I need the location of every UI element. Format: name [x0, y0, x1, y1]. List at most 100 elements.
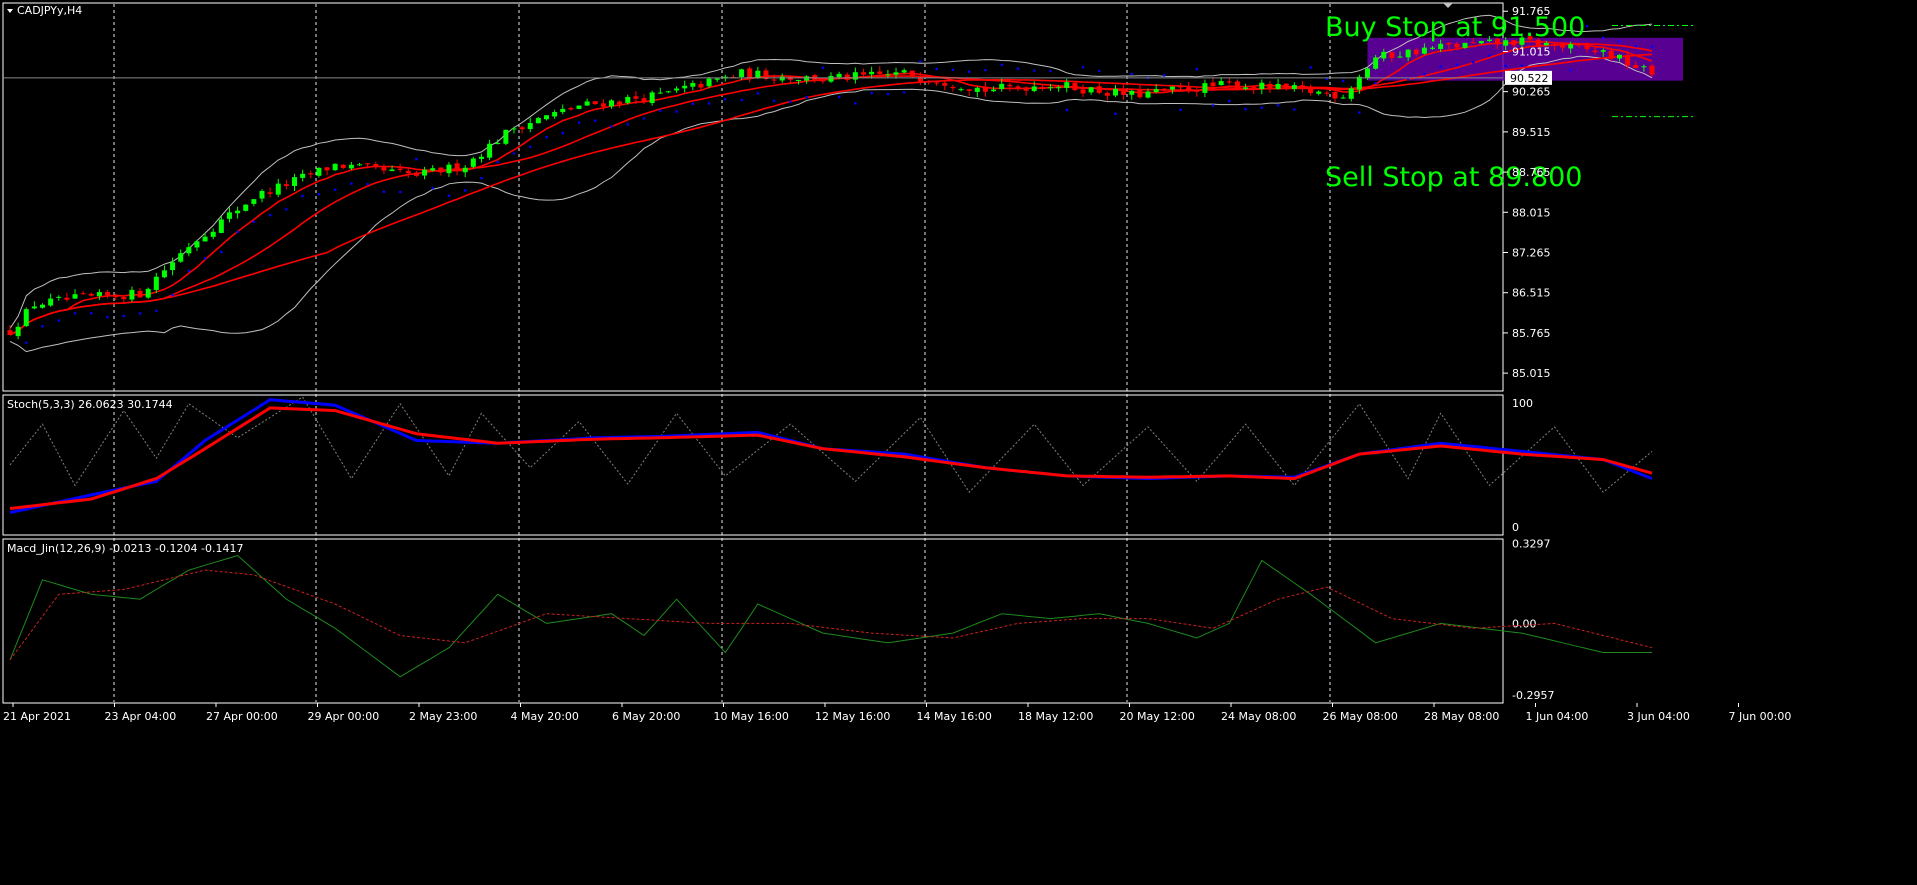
candle-body [1056, 87, 1062, 89]
candle-body [1064, 82, 1070, 88]
candle-body [267, 192, 273, 194]
candle-body [1007, 84, 1013, 87]
sar-dot [1471, 60, 1475, 64]
sar-dot [350, 182, 353, 185]
candle-body [804, 76, 810, 81]
candle-body [657, 92, 663, 94]
stoch-tick-label: 0 [1512, 521, 1519, 534]
candle-body [7, 330, 13, 335]
candle-body [1356, 76, 1362, 90]
candle-body [340, 164, 346, 168]
sar-dot [1032, 69, 1036, 72]
candle-body [332, 163, 338, 171]
sar-dot [724, 97, 727, 101]
sar-dot [285, 207, 288, 211]
candle-body [511, 128, 517, 130]
candle-body [1413, 49, 1419, 55]
candle-body [1161, 88, 1167, 91]
candle-body [535, 118, 541, 124]
sar-dot [919, 60, 922, 63]
sar-dot [1276, 103, 1280, 107]
candle-body [275, 183, 281, 195]
candle-body [1023, 87, 1029, 91]
sar-dot [935, 67, 938, 71]
candle-body [235, 210, 241, 214]
sar-dot [398, 190, 402, 194]
candle-body [869, 71, 875, 75]
sar-dot [1162, 73, 1166, 77]
candle-body [1462, 42, 1468, 48]
candle-body [592, 101, 598, 105]
time-tick-label: 14 May 16:00 [917, 710, 992, 723]
candle-body [259, 191, 265, 199]
candle-body [584, 101, 590, 106]
candle-body [739, 69, 745, 77]
candle-body [1243, 87, 1249, 89]
candle-body [72, 294, 78, 299]
candle-body [1137, 89, 1143, 98]
sar-dot [821, 66, 825, 69]
sar-dot [707, 102, 711, 105]
candle-body [1080, 89, 1086, 94]
candle-body [1454, 43, 1460, 48]
candle-body [665, 91, 671, 93]
candle-body [478, 156, 484, 159]
candle-body [1308, 86, 1314, 93]
candle-body [1096, 86, 1102, 93]
sar-dot [675, 110, 678, 113]
sar-dot [382, 190, 386, 194]
candle-body [105, 292, 111, 296]
price-tick-label: 89.515 [1512, 126, 1551, 139]
candle-body [958, 89, 964, 91]
candle-body [454, 163, 460, 171]
candle-body [698, 83, 704, 88]
candle-body [641, 98, 647, 102]
candle-body [137, 290, 143, 298]
candle-body [576, 105, 582, 109]
candle-body [1226, 81, 1232, 83]
candle-body [1551, 44, 1557, 46]
time-tick-label: 21 Apr 2021 [3, 710, 71, 723]
candle-body [316, 167, 322, 176]
candle-body [88, 293, 94, 296]
sar-dot [1423, 73, 1426, 76]
candle-body [194, 241, 200, 248]
time-tick-label: 29 Apr 00:00 [308, 710, 380, 723]
current-price-label: 90.522 [1510, 72, 1549, 85]
candle-body [1649, 65, 1655, 75]
sar-dot [252, 220, 256, 224]
candle-body [80, 293, 86, 295]
candle-body [210, 231, 216, 237]
sar-dot [431, 186, 434, 190]
time-tick-label: 28 May 08:00 [1424, 710, 1499, 723]
sar-dot [1195, 67, 1199, 71]
candle-body [1210, 82, 1216, 87]
candle-body [1234, 81, 1240, 90]
price-tick-label: 88.765 [1512, 166, 1551, 179]
sar-dot [1358, 111, 1361, 114]
sar-dot [1634, 44, 1638, 48]
sar-dot [1650, 45, 1654, 48]
sar-dot [854, 102, 857, 105]
macd-tick-label: -0.2957 [1512, 689, 1554, 702]
candle-body [633, 96, 639, 99]
candle-body [251, 199, 257, 204]
candle-body [1641, 66, 1647, 68]
candle-body [1202, 83, 1208, 93]
candle-body [861, 72, 867, 75]
candle-body [324, 167, 330, 171]
candle-body [113, 294, 119, 298]
macd-tick-label: 0.00 [1512, 617, 1537, 630]
sar-dot [1211, 104, 1215, 107]
candle-body [649, 92, 655, 104]
candle-body [828, 75, 834, 82]
candle-body [836, 73, 842, 78]
candle-body [1397, 56, 1403, 58]
candle-body [543, 115, 549, 120]
sar-dot [73, 312, 77, 315]
sar-dot [951, 68, 955, 72]
sar-dot [1585, 24, 1589, 28]
candle-body [568, 108, 574, 110]
sar-dot [1049, 69, 1052, 73]
candle-body [202, 236, 208, 242]
